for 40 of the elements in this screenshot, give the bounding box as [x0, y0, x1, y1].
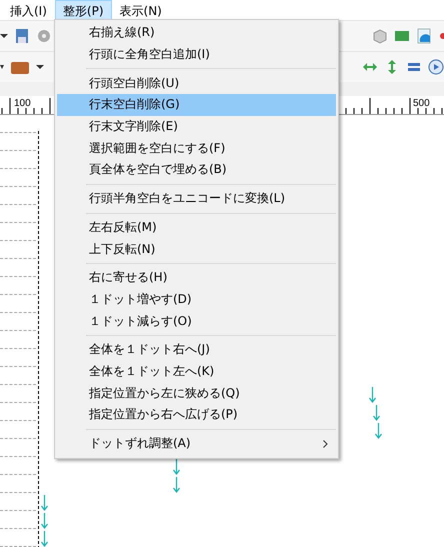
menu-item[interactable]: 選択範囲を空白にする(F)	[57, 137, 336, 160]
menu-item[interactable]: 全体を１ドット左へ(K)	[57, 360, 336, 382]
caret-icon[interactable]	[36, 64, 44, 70]
menu-item[interactable]: 上下反転(N)	[57, 238, 336, 260]
cube-icon[interactable]	[372, 28, 388, 44]
caret-icon[interactable]	[0, 64, 4, 70]
down-arrow-icon	[369, 387, 376, 403]
chevron-icon	[323, 440, 328, 448]
down-arrow-icon	[173, 459, 180, 475]
menu-item[interactable]: 指定位置から左に狭める(Q)	[57, 382, 336, 404]
down-arrow-icon	[173, 477, 180, 493]
menu-item[interactable]: 右に寄せる(H)	[57, 266, 336, 289]
box-icon[interactable]	[10, 59, 30, 75]
save-icon[interactable]	[14, 28, 30, 44]
page-icon[interactable]	[416, 28, 432, 44]
menu-item[interactable]: 左右反転(M)	[57, 216, 336, 238]
down-arrow-icon	[375, 423, 382, 439]
menu-item[interactable]: 行頭半角空白をユニコードに変換(L)	[57, 188, 336, 210]
menu-item[interactable]: 指定位置から右へ広げる(P)	[57, 404, 336, 426]
menu-title[interactable]: 表示(N)	[112, 0, 170, 22]
down-arrow-icon	[41, 531, 48, 547]
menu-item[interactable]: １ドット増やす(D)	[57, 288, 336, 310]
play-icon[interactable]	[428, 59, 444, 75]
down-arrow-icon	[41, 513, 48, 529]
gear-icon[interactable]	[36, 28, 52, 44]
menu-item[interactable]: 全体を１ドット右へ(J)	[57, 338, 336, 361]
menu-item[interactable]: 頁全体を空白で埋める(B)	[57, 159, 336, 181]
menu-item[interactable]: 行頭空白削除(U)	[57, 72, 336, 94]
menu-title[interactable]: 挿入(I)	[2, 0, 55, 22]
ruler-label: 100	[14, 98, 31, 109]
menu-item[interactable]: ドットずれ調整(A)	[57, 432, 336, 454]
menu-item[interactable]: 行末空白削除(G)	[57, 94, 336, 116]
caret-icon[interactable]	[0, 33, 8, 39]
menu-item[interactable]: 行頭に全角空白追加(I)	[57, 44, 336, 66]
menu-item[interactable]: １ドット減らす(O)	[57, 310, 336, 332]
menu-item[interactable]: 行末文字削除(E)	[57, 116, 336, 138]
down-arrow-icon	[41, 495, 48, 511]
window-icon[interactable]	[394, 28, 410, 44]
down-arrow-icon	[373, 405, 380, 421]
ruler-label: 500	[413, 98, 430, 109]
